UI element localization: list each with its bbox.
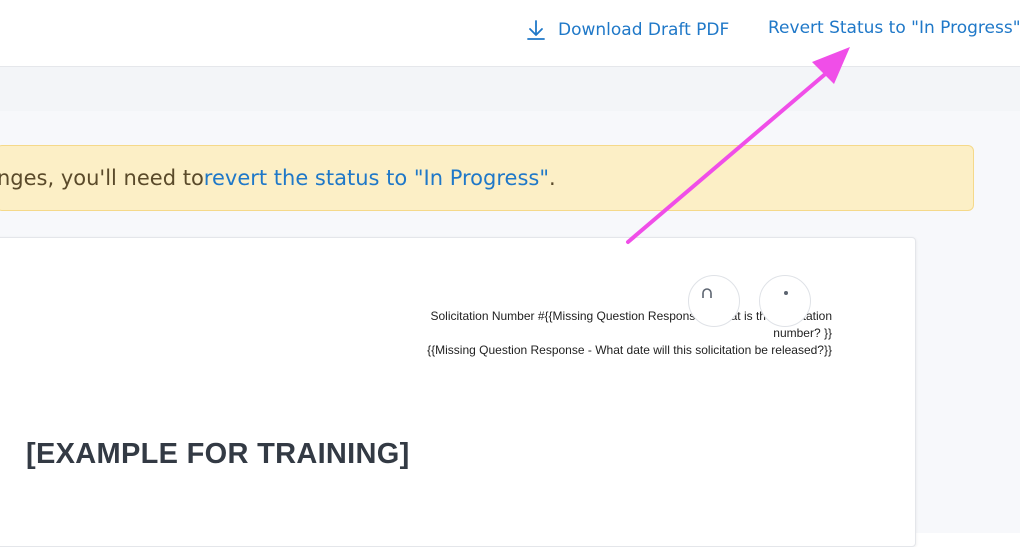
download-draft-pdf-label: Download Draft PDF — [558, 20, 730, 40]
alert-text-end: . — [549, 166, 556, 190]
document-title: [EXAMPLE FOR TRAINING] — [26, 438, 410, 470]
revert-status-button[interactable]: Revert Status to "In Progress" — [768, 18, 1021, 38]
status-alert: nges, you'll need to revert the status t… — [0, 145, 974, 211]
revert-status-link[interactable]: revert the status to "In Progress" — [204, 166, 549, 190]
top-toolbar: Download Draft PDF Revert Status to "In … — [0, 0, 1021, 67]
download-icon — [527, 20, 545, 40]
release-date-line: {{Missing Question Response - What date … — [427, 343, 832, 357]
comment-button[interactable] — [688, 275, 740, 327]
right-gutter — [1020, 0, 1031, 533]
alert-text: nges, you'll need to — [0, 166, 204, 190]
more-vertical-icon — [784, 291, 788, 295]
solicitation-number-line-cont: number? }} — [773, 326, 832, 340]
lock-icon — [702, 288, 712, 298]
more-options-button[interactable] — [759, 275, 811, 327]
download-draft-pdf-button[interactable]: Download Draft PDF — [526, 19, 729, 41]
